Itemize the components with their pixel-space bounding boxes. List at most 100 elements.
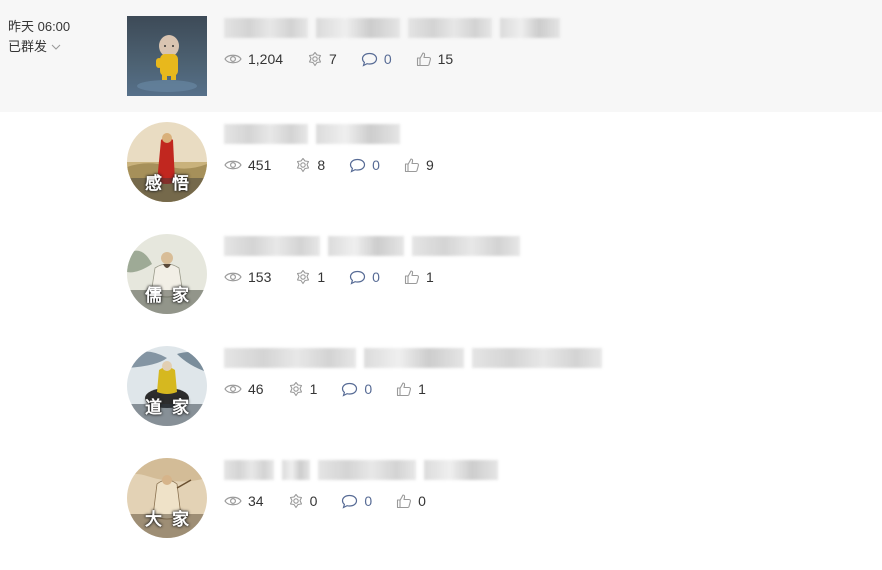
send-status-label: 已群发 <box>8 39 48 54</box>
article-title-text <box>224 124 225 125</box>
article-title-text <box>224 460 225 461</box>
share-icon <box>297 269 310 285</box>
title-blur-segment <box>224 18 308 38</box>
comment-icon <box>361 52 377 67</box>
like-count-value: 15 <box>437 51 454 67</box>
title-blur-segment <box>364 348 464 368</box>
like-count[interactable]: 0 <box>396 493 426 509</box>
like-count-value: 9 <box>425 157 434 173</box>
mass-send-record: 昨天 06:00 已群发 1,204 7 0 15 感悟 451 8 0 9 儒… <box>0 0 882 570</box>
comment-count-value: 0 <box>364 493 373 509</box>
monk-figurine-photo-icon <box>127 16 207 96</box>
comment-count[interactable]: 0 <box>349 269 380 285</box>
cover-caption: 儒家 <box>145 286 199 306</box>
article-title-text <box>224 236 225 237</box>
article-cover-image[interactable]: 大家 <box>127 458 207 538</box>
like-count-value: 0 <box>418 493 426 509</box>
like-count-value: 1 <box>418 381 426 397</box>
thumbs-up-icon <box>404 158 419 173</box>
share-count-value: 1 <box>317 269 326 285</box>
eye-icon <box>224 496 242 506</box>
comment-count[interactable]: 0 <box>341 381 372 397</box>
article-item: 道家 46 1 0 1 <box>127 346 867 426</box>
share-count[interactable]: 1 <box>295 269 325 285</box>
like-count[interactable]: 9 <box>404 157 434 173</box>
send-status-dropdown[interactable]: 已群发 <box>8 37 61 57</box>
article-cover-image[interactable]: 道家 <box>127 346 207 426</box>
share-count-value: 7 <box>329 51 337 67</box>
thumbs-up-icon <box>397 494 412 509</box>
article-title[interactable] <box>224 124 400 146</box>
cover-caption: 道家 <box>145 398 199 418</box>
share-count-value: 8 <box>317 157 326 173</box>
eye-icon <box>224 384 242 394</box>
like-count[interactable]: 1 <box>396 381 426 397</box>
article-item: 感悟 451 8 0 9 <box>127 122 867 202</box>
title-blur-segment <box>224 236 320 256</box>
article-stats: 34 0 0 0 <box>224 493 450 509</box>
article-item: 1,204 7 0 15 <box>127 16 867 96</box>
article-title[interactable] <box>224 236 520 258</box>
article-cover-image[interactable] <box>127 16 207 96</box>
title-blur-segment <box>472 348 602 368</box>
share-count-value: 0 <box>309 493 318 509</box>
eye-icon <box>224 272 242 282</box>
article-title[interactable] <box>224 460 498 482</box>
article-stats: 451 8 0 9 <box>224 157 458 173</box>
thumbs-up-icon <box>404 270 419 285</box>
share-count[interactable]: 8 <box>295 157 325 173</box>
title-blur-segment <box>316 18 400 38</box>
title-blur-segment <box>412 236 520 256</box>
article-stats: 46 1 0 1 <box>224 381 450 397</box>
read-count-value: 46 <box>248 381 264 397</box>
title-blur-segment <box>224 348 356 368</box>
title-blur-segment <box>282 460 310 480</box>
article-title[interactable] <box>224 348 602 370</box>
share-icon <box>289 381 302 397</box>
title-blur-segment <box>328 236 404 256</box>
title-blur-segment <box>424 460 498 480</box>
chevron-down-icon <box>51 44 61 50</box>
article-cover-image[interactable]: 感悟 <box>127 122 207 202</box>
comment-count-value: 0 <box>372 157 380 173</box>
send-meta: 昨天 06:00 已群发 <box>8 17 70 57</box>
eye-icon <box>224 54 242 64</box>
title-blur-segment <box>224 124 308 144</box>
read-count[interactable]: 153 <box>224 269 271 285</box>
title-blur-segment <box>316 124 400 144</box>
like-count[interactable]: 15 <box>416 51 454 67</box>
comment-icon <box>350 270 366 285</box>
share-icon <box>289 493 302 509</box>
read-count[interactable]: 1,204 <box>224 51 283 67</box>
article-item: 儒家 153 1 0 1 <box>127 234 867 314</box>
comment-count-value: 0 <box>364 381 373 397</box>
share-count[interactable]: 0 <box>288 493 318 509</box>
read-count-value: 451 <box>248 157 272 173</box>
share-count[interactable]: 7 <box>307 51 337 67</box>
cover-caption: 大家 <box>145 510 199 530</box>
article-title-text <box>224 18 225 19</box>
comment-count[interactable]: 0 <box>349 157 380 173</box>
eye-icon <box>224 160 242 170</box>
title-blur-segment <box>500 18 560 38</box>
article-title[interactable] <box>224 18 560 40</box>
article-item: 大家 34 0 0 0 <box>127 458 867 538</box>
comment-count[interactable]: 0 <box>361 51 392 67</box>
share-count[interactable]: 1 <box>288 381 317 397</box>
title-blur-segment <box>318 460 416 480</box>
comment-count-value: 0 <box>383 51 392 67</box>
share-icon <box>297 157 310 173</box>
article-cover-image[interactable]: 儒家 <box>127 234 207 314</box>
read-count[interactable]: 34 <box>224 493 264 509</box>
send-time: 昨天 06:00 <box>8 19 71 34</box>
read-count[interactable]: 451 <box>224 157 271 173</box>
share-icon <box>308 51 322 67</box>
cover-caption: 感悟 <box>145 174 199 194</box>
like-count[interactable]: 1 <box>404 269 434 285</box>
thumbs-up-icon <box>397 382 412 397</box>
article-stats: 1,204 7 0 15 <box>224 51 477 67</box>
read-count-value: 34 <box>248 493 264 509</box>
like-count-value: 1 <box>425 269 434 285</box>
comment-count[interactable]: 0 <box>341 493 372 509</box>
read-count[interactable]: 46 <box>224 381 264 397</box>
